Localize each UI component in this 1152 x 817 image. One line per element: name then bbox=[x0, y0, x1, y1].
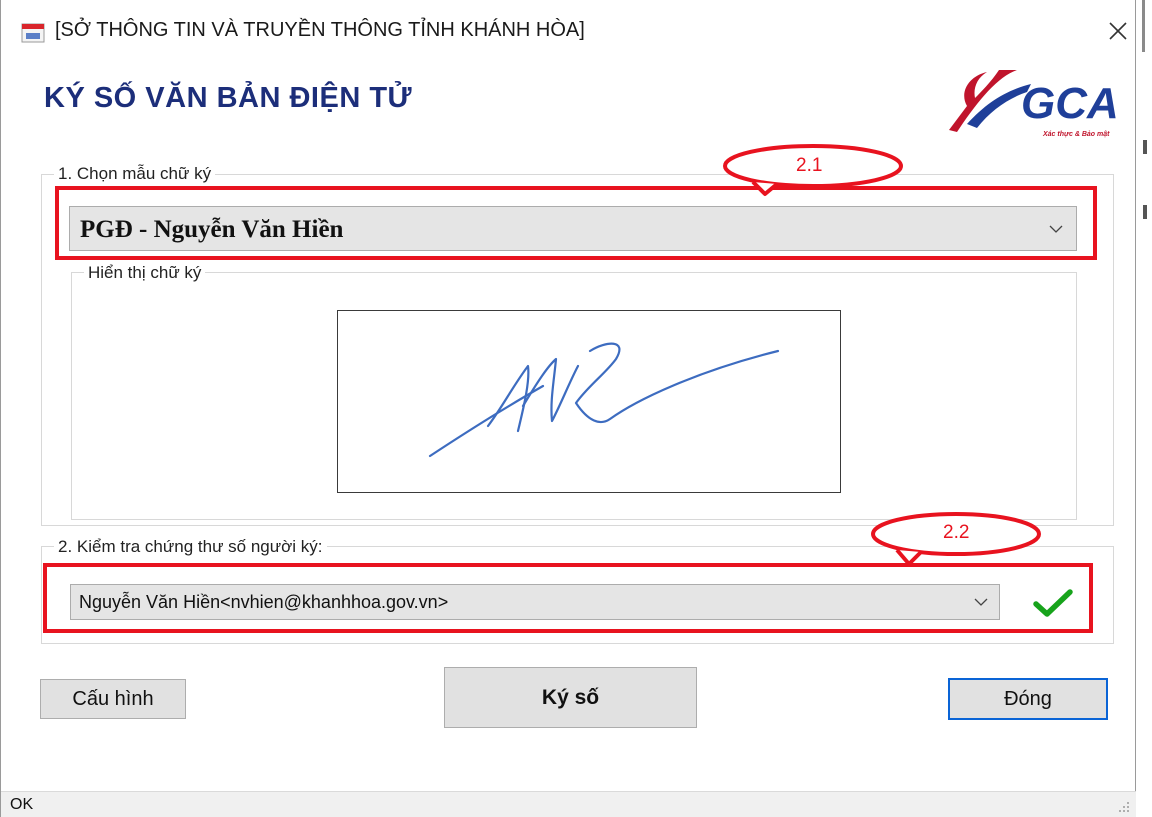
certificate-dropdown[interactable]: Nguyễn Văn Hiền<nvhien@khanhhoa.gov.vn> bbox=[70, 584, 1000, 620]
annotation-label-2-2: 2.2 bbox=[943, 522, 970, 543]
signature-preview-box bbox=[337, 310, 841, 493]
annotation-label-2-1: 2.1 bbox=[796, 155, 823, 176]
signature-preview-legend: Hiển thị chữ ký bbox=[84, 263, 206, 283]
logo-text: GCA bbox=[1021, 79, 1119, 128]
chevron-down-icon bbox=[969, 585, 993, 619]
signature-template-value: PGĐ - Nguyễn Văn Hiền bbox=[80, 216, 344, 243]
title-bar: [SỞ THÔNG TIN VÀ TRUYỀN THÔNG TỈNH KHÁNH… bbox=[1, 0, 1135, 64]
status-text: OK bbox=[10, 796, 34, 813]
signature-template-dropdown[interactable]: PGĐ - Nguyễn Văn Hiền bbox=[69, 206, 1077, 251]
sign-button[interactable]: Ký số bbox=[444, 667, 697, 728]
window-close-button[interactable] bbox=[1101, 14, 1135, 48]
signature-image bbox=[428, 342, 780, 458]
dialog-window: [SỞ THÔNG TIN VÀ TRUYỀN THÔNG TỈNH KHÁNH… bbox=[0, 0, 1136, 817]
logo-tagline: Xác thực & Bảo mật bbox=[1043, 131, 1110, 138]
window-title: [SỞ THÔNG TIN VÀ TRUYỀN THÔNG TỈNH KHÁNH… bbox=[55, 19, 585, 41]
status-bar: OK bbox=[1, 791, 1136, 817]
config-button[interactable]: Cấu hình bbox=[40, 679, 186, 719]
close-icon bbox=[1109, 22, 1127, 40]
resize-grip-icon[interactable] bbox=[1118, 801, 1130, 813]
close-button[interactable]: Đóng bbox=[948, 678, 1108, 720]
background-scrollbar bbox=[1142, 0, 1145, 52]
background-window-edge bbox=[1137, 0, 1152, 817]
background-mark bbox=[1143, 205, 1147, 219]
check-icon bbox=[1033, 589, 1073, 617]
certificate-value: Nguyễn Văn Hiền<nvhien@khanhhoa.gov.vn> bbox=[79, 592, 449, 612]
certificate-check-legend: 2. Kiểm tra chứng thư số người ký: bbox=[54, 537, 327, 557]
app-icon bbox=[21, 23, 45, 43]
signature-template-legend: 1. Chọn mẫu chữ ký bbox=[54, 164, 216, 184]
page-heading: KÝ SỐ VĂN BẢN ĐIỆN TỬ bbox=[44, 82, 413, 114]
background-mark bbox=[1143, 140, 1147, 154]
chevron-down-icon bbox=[1044, 207, 1068, 250]
